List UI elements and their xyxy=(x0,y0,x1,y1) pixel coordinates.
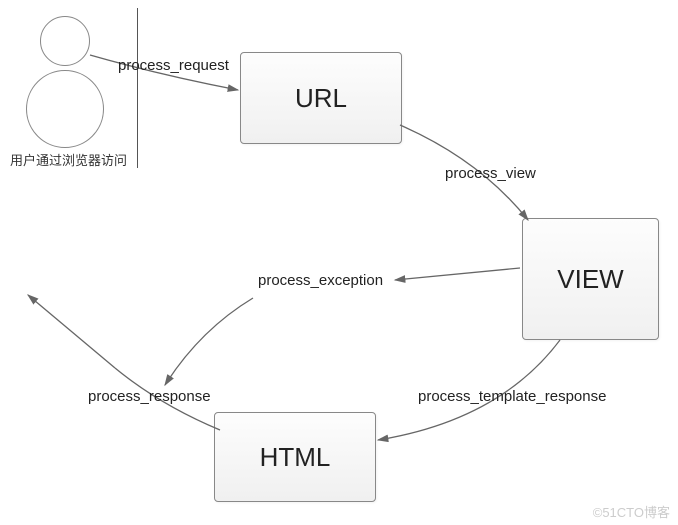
url-box: URL xyxy=(240,52,402,144)
watermark: ©51CTO博客 xyxy=(593,502,670,521)
arrow-process-exception-tail xyxy=(165,298,253,385)
url-box-label: URL xyxy=(295,83,347,114)
label-process-response: process_response xyxy=(88,388,211,405)
separator-line xyxy=(137,8,138,168)
user-caption: 用户通过浏览器访问 xyxy=(10,150,127,169)
label-process-exception: process_exception xyxy=(258,272,383,289)
arrow-process-exception xyxy=(395,268,520,280)
view-box-label: VIEW xyxy=(557,264,623,295)
view-box: VIEW xyxy=(522,218,659,340)
user-head-icon xyxy=(40,16,90,66)
label-process-view: process_view xyxy=(445,165,536,182)
label-process-template-response: process_template_response xyxy=(418,388,606,405)
arrow-process-response-2 xyxy=(28,295,115,368)
user-body-icon xyxy=(26,70,104,148)
html-box-label: HTML xyxy=(260,442,331,473)
html-box: HTML xyxy=(214,412,376,502)
label-process-request: process_request xyxy=(118,57,229,74)
